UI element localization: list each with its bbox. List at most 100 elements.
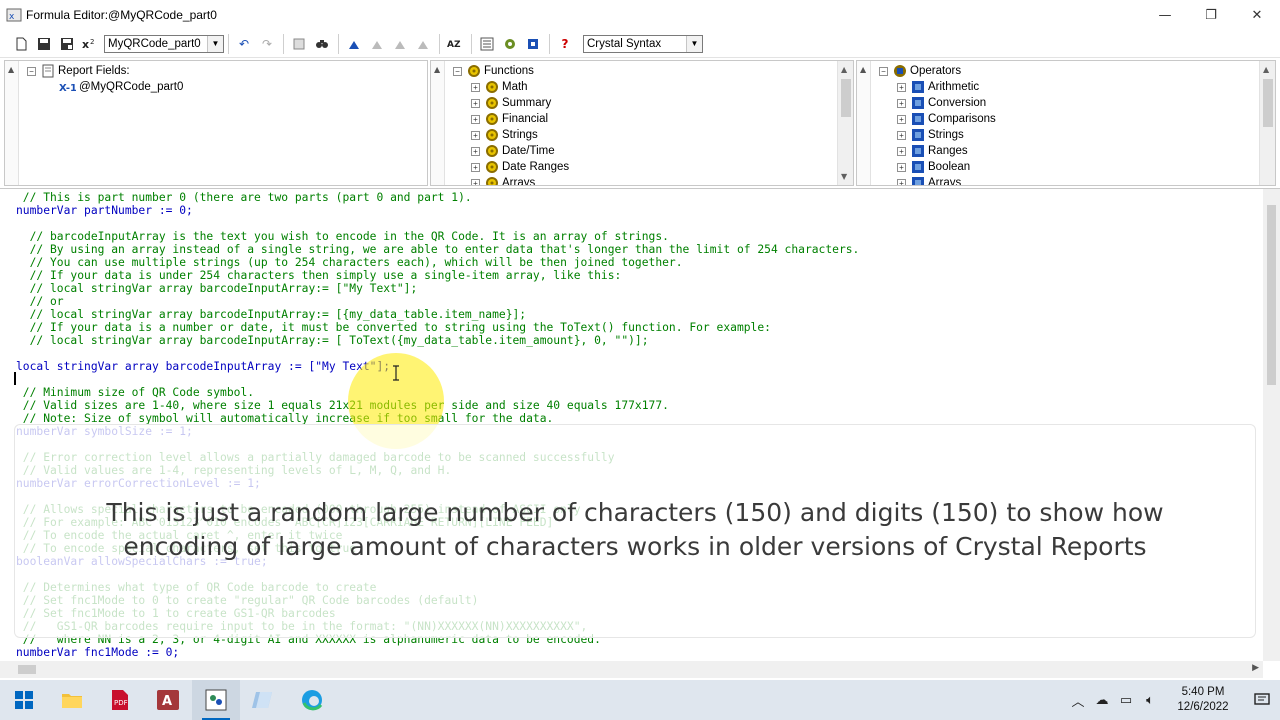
tree-item-math[interactable]: + Math (471, 79, 528, 95)
expand-icon[interactable]: + (471, 98, 480, 108)
toggle-bookmark-icon[interactable] (343, 33, 365, 55)
editor-horizontal-scrollbar[interactable]: ▶ (0, 661, 1263, 678)
scroll-down-icon[interactable]: ▼ (841, 172, 847, 181)
expand-icon[interactable]: + (471, 130, 480, 140)
tree-item-formula-field[interactable]: X-1 @MyQRCode_part0 (59, 79, 183, 95)
clear-bookmarks-icon[interactable] (412, 33, 434, 55)
video-caption-text: This is just a random large number of ch… (14, 496, 1256, 564)
file-explorer-button[interactable] (48, 680, 96, 720)
tree-item-date-ranges[interactable]: + Date Ranges (471, 159, 569, 175)
text-cursor-icon (393, 365, 399, 381)
edge-browser-button[interactable] (288, 680, 336, 720)
gear-icon (484, 96, 499, 111)
expand-icon[interactable]: + (897, 130, 906, 140)
svg-text:x: x (9, 12, 15, 22)
volume-icon[interactable]: 🔈︎ (1138, 680, 1162, 720)
help-icon[interactable]: ? (554, 33, 576, 55)
check-formula-icon[interactable]: x2 (79, 33, 101, 55)
save-icon[interactable] (33, 33, 55, 55)
functions-scrollbar[interactable]: ▲ ▼ (837, 61, 853, 185)
pane-splitter[interactable]: ▲ (857, 61, 871, 185)
functions-pane: ▲ − Functions + Math + Summary + Financial + St… (430, 60, 854, 186)
browse-data-icon[interactable] (288, 33, 310, 55)
scroll-up-icon[interactable]: ▲ (1263, 65, 1269, 74)
chevron-up-icon[interactable]: ︿ (1066, 680, 1090, 720)
save-and-close-icon[interactable] (56, 33, 78, 55)
close-button[interactable]: ✕ (1234, 0, 1280, 30)
tree-item-comparisons[interactable]: + Comparisons (897, 111, 996, 127)
next-bookmark-icon[interactable] (366, 33, 388, 55)
expand-icon[interactable]: + (471, 162, 480, 172)
tree-item-ranges[interactable]: + Ranges (897, 143, 968, 159)
redo-icon[interactable]: ↷ (256, 33, 278, 55)
tree-item-strings[interactable]: + Strings (471, 127, 538, 143)
toggle-operators-tree-icon[interactable] (522, 33, 544, 55)
scroll-thumb[interactable] (1263, 79, 1273, 127)
expand-icon[interactable]: + (897, 82, 906, 92)
minimize-button[interactable]: — (1142, 0, 1188, 30)
tree-item-functions[interactable]: − Functions (453, 63, 534, 79)
app-button[interactable] (240, 680, 288, 720)
tree-item-conversion[interactable]: + Conversion (897, 95, 986, 111)
pdf-icon: PDF (112, 690, 128, 710)
gear-icon (466, 64, 481, 79)
toggle-functions-tree-icon[interactable] (499, 33, 521, 55)
new-icon[interactable] (10, 33, 32, 55)
collapse-icon[interactable]: − (879, 66, 888, 76)
network-icon[interactable]: ▭ (1114, 680, 1138, 720)
scroll-thumb[interactable] (841, 79, 851, 117)
scroll-thumb[interactable] (18, 665, 36, 674)
tree-item-arithmetic[interactable]: + Arithmetic (897, 79, 979, 95)
tree-item-label: Strings (502, 129, 538, 141)
tree-item-report-fields[interactable]: − Report Fields: (27, 63, 130, 79)
expand-icon[interactable]: + (897, 162, 906, 172)
taskbar: PDF A ︿ ☁ ▭ 🔈︎ 5:40 PM 12/6/2022 (0, 680, 1280, 720)
previous-bookmark-icon[interactable] (389, 33, 411, 55)
expand-icon[interactable]: + (471, 146, 480, 156)
find-icon[interactable] (311, 33, 333, 55)
scroll-thumb[interactable] (1267, 205, 1276, 385)
tree-item-arrays[interactable]: + Arrays (897, 175, 961, 185)
tree-item-strings[interactable]: + Strings (897, 127, 964, 143)
system-tray: ︿ ☁ ▭ 🔈︎ 5:40 PM 12/6/2022 (1066, 680, 1280, 720)
undo-icon[interactable]: ↶ (233, 33, 255, 55)
expand-icon[interactable]: + (471, 114, 480, 124)
collapse-icon[interactable]: − (453, 66, 462, 76)
scroll-up-icon[interactable]: ▲ (841, 65, 847, 74)
expand-icon[interactable]: + (471, 82, 480, 92)
start-button[interactable] (0, 680, 48, 720)
scroll-right-icon[interactable]: ▶ (1252, 663, 1259, 673)
operator-category-icon (910, 176, 925, 185)
gear-icon (484, 128, 499, 143)
pane-splitter[interactable]: ▲ (431, 61, 445, 185)
cloud-icon[interactable]: ☁ (1090, 680, 1114, 720)
access-button[interactable]: A (144, 680, 192, 720)
expand-icon[interactable]: + (897, 146, 906, 156)
editor-vertical-scrollbar[interactable] (1263, 189, 1280, 661)
expand-icon[interactable]: + (897, 114, 906, 124)
clock[interactable]: 5:40 PM 12/6/2022 (1162, 685, 1244, 715)
windows-icon (15, 691, 33, 709)
tree-item-label: Date Ranges (502, 161, 570, 173)
collapse-icon[interactable]: − (27, 66, 36, 76)
pane-splitter[interactable]: ▲ (5, 61, 19, 185)
crystal-reports-button[interactable] (192, 680, 240, 720)
toolbar-separator (439, 33, 440, 54)
expand-icon[interactable]: + (897, 98, 906, 108)
operators-scrollbar[interactable]: ▲ (1259, 61, 1275, 185)
syntax-selector[interactable]: Crystal Syntax ▼ (583, 34, 703, 53)
tree-item-financial[interactable]: + Financial (471, 111, 548, 127)
tree-item-summary[interactable]: + Summary (471, 95, 551, 111)
tree-item-date-time[interactable]: + Date/Time (471, 143, 555, 159)
tree-item-boolean[interactable]: + Boolean (897, 159, 970, 175)
notifications-icon[interactable] (1244, 680, 1280, 720)
toggle-fields-tree-icon[interactable] (476, 33, 498, 55)
expand-icon[interactable]: + (897, 178, 906, 185)
sort-icon[interactable]: AZ (444, 33, 466, 55)
pdf-reader-button[interactable]: PDF (96, 680, 144, 720)
maximize-button[interactable]: ❐ (1188, 0, 1234, 30)
expand-icon[interactable]: + (471, 178, 480, 185)
formula-selector[interactable]: MyQRCode_part0 ▼ (104, 34, 224, 53)
tree-item-arrays[interactable]: + Arrays (471, 175, 535, 185)
tree-item-operators[interactable]: − Operators (879, 63, 961, 79)
